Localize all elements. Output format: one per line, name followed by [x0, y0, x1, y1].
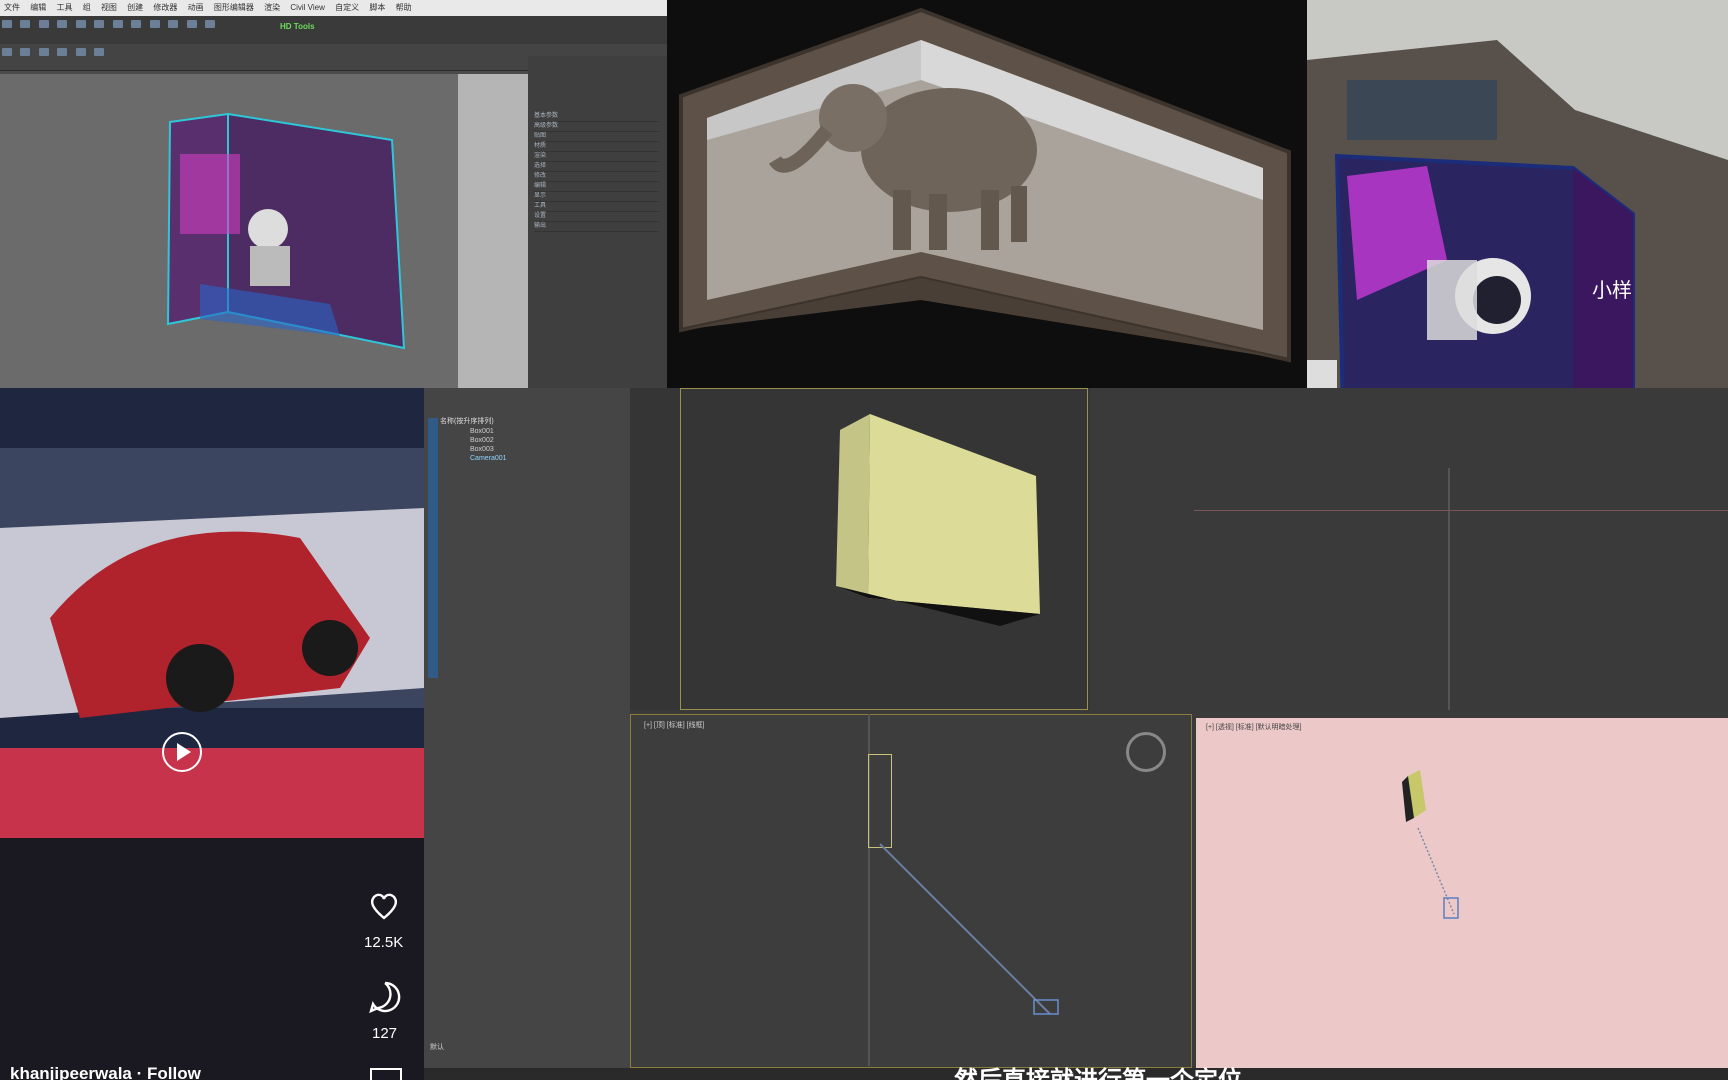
tool-icon[interactable] [38, 48, 49, 56]
social-video-player: 12.5K 127 khanjipeerwala · Follow [0, 388, 424, 1080]
menu-item[interactable]: 组 [83, 3, 91, 12]
menu-item[interactable]: 自定义 [335, 3, 359, 12]
menu-item[interactable]: 工具 [56, 3, 72, 12]
elephant-illustration [679, 7, 1291, 363]
camera-line [879, 843, 1059, 1015]
username[interactable]: khanjipeerwala [10, 1064, 132, 1080]
main-toolbar [0, 16, 667, 45]
mirror-icon[interactable] [168, 20, 179, 28]
snap-icon[interactable] [149, 20, 160, 28]
axis-line [1194, 510, 1728, 511]
viewcube-icon[interactable] [1126, 732, 1166, 772]
rollout-row[interactable]: 设置 [534, 212, 659, 222]
menu-item[interactable]: Civil View [290, 3, 325, 12]
menu-item[interactable]: 帮助 [396, 3, 412, 12]
rollout-row[interactable]: 材质 [534, 142, 659, 152]
menu-item[interactable]: 视图 [101, 3, 117, 12]
rollout-row[interactable]: 编辑 [534, 182, 659, 192]
likes-count: 12.5K [364, 934, 404, 951]
elephant-3d-render [667, 0, 1307, 388]
explorer-toolbar [428, 418, 438, 678]
menu-item[interactable]: 修改器 [153, 3, 177, 12]
status-text: 默认 [430, 1044, 444, 1051]
command-panel: 基本参数 高级参数 贴图 材质 渲染 选择 修改 编辑 显示 工具 设置 输出 [528, 56, 667, 388]
perspective-viewport[interactable] [0, 74, 458, 388]
rollout-row[interactable]: 显示 [534, 192, 659, 202]
comments-count: 127 [372, 1025, 398, 1042]
screen-sign-text: 小样 [1592, 278, 1632, 302]
viewport-side-panel [458, 74, 528, 388]
help-icon[interactable] [94, 48, 105, 56]
align-icon[interactable] [186, 20, 197, 28]
rollout-row[interactable]: 修改 [534, 172, 659, 182]
rollout-row[interactable]: 贴图 [534, 132, 659, 142]
menu-item[interactable]: 文件 [4, 3, 20, 12]
menu-item[interactable]: 创建 [127, 3, 143, 12]
axis-line [1448, 468, 1450, 710]
box-object [836, 414, 1040, 626]
heart-icon[interactable] [368, 890, 400, 922]
share-icon[interactable] [370, 1068, 402, 1080]
separator: · [136, 1064, 143, 1080]
perspective-viewport-pink[interactable]: [+] [透视] [标准] [默认明暗处理] [1196, 718, 1728, 1068]
video-author: khanjipeerwala · Follow [10, 1064, 201, 1080]
tool-icon[interactable] [57, 48, 68, 56]
top-viewport[interactable]: [+] [顶] [标准] [线框] [630, 714, 1192, 1068]
camera-viewport[interactable] [630, 388, 1090, 710]
rotate-icon[interactable] [112, 20, 123, 28]
menu-item[interactable]: 编辑 [30, 3, 46, 12]
rollout-row[interactable]: 基本参数 [534, 112, 659, 122]
screen-model-preview [166, 112, 406, 350]
unlink-icon[interactable] [57, 20, 68, 28]
scene-item-box001[interactable]: Box001 [470, 428, 494, 435]
scene-item-camera001[interactable]: Camera001 [470, 455, 507, 462]
move-icon[interactable] [94, 20, 105, 28]
rollout-row[interactable]: 工具 [534, 202, 659, 212]
redo-icon[interactable] [20, 20, 31, 28]
rollout-row[interactable]: 选择 [534, 162, 659, 172]
car-video-frame [0, 388, 424, 1080]
play-button[interactable] [162, 732, 202, 772]
scene-item-box002[interactable]: Box002 [470, 437, 494, 444]
undo-icon[interactable] [2, 20, 12, 28]
play-icon [177, 743, 191, 761]
scale-icon[interactable] [131, 20, 142, 28]
menu-item[interactable]: 渲染 [264, 3, 280, 12]
max-window-top-left: 文件 编辑 工具 组 视图 创建 修改器 动画 图形编辑器 渲染 Civil V… [0, 0, 667, 388]
tool-icon[interactable] [20, 48, 31, 56]
tool-icon[interactable] [75, 48, 86, 56]
rollout-row[interactable]: 输出 [534, 222, 659, 232]
scene-explorer-header: 名称(按升序排列) [440, 418, 494, 425]
comment-icon[interactable] [368, 980, 402, 1014]
tool-icon[interactable] [2, 48, 12, 56]
rollout-row[interactable]: 渲染 [534, 152, 659, 162]
rollout-row[interactable]: 高级参数 [534, 122, 659, 132]
link-icon[interactable] [38, 20, 49, 28]
menu-item[interactable]: 脚本 [369, 3, 385, 12]
scene-explorer: 名称(按升序排列) Box001 Box002 Box003 Camera001… [424, 388, 630, 1068]
follow-button[interactable]: Follow [147, 1064, 201, 1080]
max-window-bottom: 名称(按升序排列) Box001 Box002 Box003 Camera001… [424, 388, 1728, 1080]
select-icon[interactable] [75, 20, 86, 28]
perspective-objects [1402, 770, 1459, 919]
hd-tools-badge[interactable]: HD Tools [280, 22, 315, 31]
render-icon[interactable] [204, 20, 215, 28]
scene-item-box003[interactable]: Box003 [470, 446, 494, 453]
menu-bar: 文件 编辑 工具 组 视图 创建 修改器 动画 图形编辑器 渲染 Civil V… [0, 0, 667, 16]
menu-item[interactable]: 图形编辑器 [214, 3, 254, 12]
front-viewport[interactable] [1194, 468, 1728, 710]
subtitle-caption: 然后直接就进行第一个定位 [954, 1066, 1242, 1080]
menu-item[interactable]: 动画 [188, 3, 204, 12]
